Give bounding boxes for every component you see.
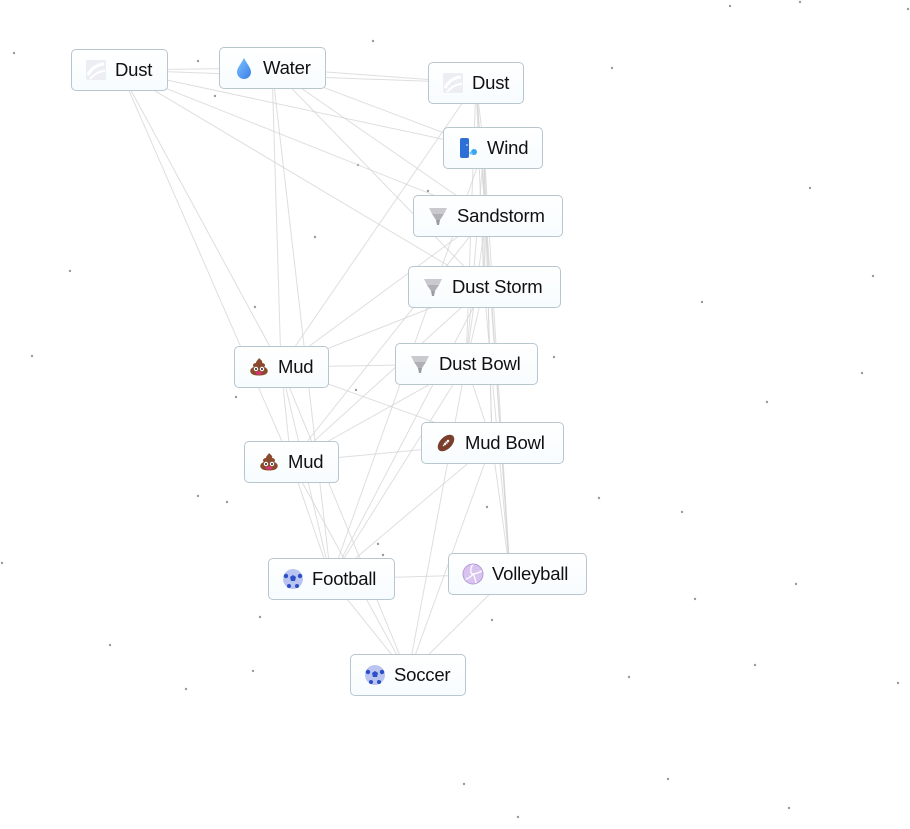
node-dust-storm[interactable]: Dust Storm xyxy=(408,266,561,308)
water-drop-icon xyxy=(233,57,255,79)
node-sandstorm[interactable]: Sandstorm xyxy=(413,195,563,237)
crafting-canvas[interactable]: Dust Water Dust Wind Sandstorm Dust Stor… xyxy=(0,0,910,829)
background-dot xyxy=(490,618,494,622)
node-label: Mud xyxy=(288,451,324,472)
background-dot xyxy=(258,615,262,619)
background-dot xyxy=(354,388,358,392)
tornado-icon xyxy=(409,353,431,375)
node-label: Volleyball xyxy=(492,563,569,584)
background-dot xyxy=(30,354,34,358)
background-dot xyxy=(381,553,385,557)
tornado-icon xyxy=(427,205,449,227)
background-dot xyxy=(693,597,697,601)
american-football-icon xyxy=(435,432,457,454)
background-dot xyxy=(196,59,200,63)
tornado-icon xyxy=(422,276,444,298)
background-dot xyxy=(184,687,188,691)
background-dot xyxy=(610,66,614,70)
node-label: Dust Bowl xyxy=(439,353,521,374)
background-dot xyxy=(371,39,375,43)
node-label: Soccer xyxy=(394,664,451,685)
background-dot xyxy=(896,681,900,685)
node-label: Sandstorm xyxy=(457,205,545,226)
node-soccer[interactable]: Soccer xyxy=(350,654,466,696)
connection-line xyxy=(485,215,493,444)
volleyball-icon xyxy=(462,563,484,585)
background-dot xyxy=(627,675,631,679)
node-label: Mud Bowl xyxy=(465,432,545,453)
poop-icon xyxy=(248,356,270,378)
dust-icon xyxy=(442,72,464,94)
connection-line xyxy=(119,69,282,368)
background-dot xyxy=(485,505,489,509)
background-dot xyxy=(234,395,238,399)
background-dot xyxy=(871,274,875,278)
node-mud-bowl[interactable]: Mud Bowl xyxy=(421,422,564,464)
background-dot xyxy=(860,371,864,375)
connection-line xyxy=(271,67,282,368)
background-dot xyxy=(225,500,229,504)
poop-icon xyxy=(258,451,280,473)
background-dot xyxy=(552,355,556,359)
node-label: Football xyxy=(312,568,377,589)
background-dot xyxy=(798,0,802,4)
background-dot xyxy=(753,663,757,667)
node-label: Dust xyxy=(472,72,510,93)
background-dot xyxy=(12,51,16,55)
node-mud-2[interactable]: Mud xyxy=(244,441,339,483)
background-dot xyxy=(376,542,380,546)
node-dust-1[interactable]: Dust xyxy=(71,49,168,91)
background-dot xyxy=(251,669,255,673)
node-label: Dust xyxy=(115,59,153,80)
connection-line xyxy=(271,67,332,580)
background-dot xyxy=(462,782,466,786)
connection-line xyxy=(119,69,292,463)
canvas-background xyxy=(0,0,910,819)
node-volleyball[interactable]: Volleyball xyxy=(448,553,587,595)
soccer-ball-icon xyxy=(364,664,386,686)
background-dot xyxy=(728,4,732,8)
node-football[interactable]: Football xyxy=(268,558,395,600)
background-dot xyxy=(196,494,200,498)
background-dot xyxy=(808,186,812,190)
connection-line xyxy=(465,147,485,365)
background-dot xyxy=(0,561,4,565)
background-dot xyxy=(680,510,684,514)
node-water[interactable]: Water xyxy=(219,47,326,89)
background-dot xyxy=(666,777,670,781)
node-dust-bowl[interactable]: Dust Bowl xyxy=(395,343,538,385)
background-dot xyxy=(765,400,769,404)
background-dot xyxy=(787,806,791,810)
background-dot xyxy=(597,496,601,500)
node-dust-2[interactable]: Dust xyxy=(428,62,524,104)
wind-face-icon xyxy=(457,137,479,159)
node-label: Mud xyxy=(278,356,314,377)
background-dot xyxy=(700,300,704,304)
background-dot xyxy=(108,643,112,647)
node-wind[interactable]: Wind xyxy=(443,127,543,169)
background-dot xyxy=(213,94,217,98)
background-dot xyxy=(313,235,317,239)
background-dot xyxy=(426,189,430,193)
background-dot xyxy=(516,815,520,819)
background-dot xyxy=(253,305,257,309)
node-label: Dust Storm xyxy=(452,276,543,297)
node-label: Wind xyxy=(487,137,529,158)
background-dot xyxy=(68,269,72,273)
background-dot xyxy=(906,7,910,11)
soccer-ball-icon xyxy=(282,568,304,590)
dust-icon xyxy=(85,59,107,81)
node-label: Water xyxy=(263,57,311,78)
node-mud-1[interactable]: Mud xyxy=(234,346,329,388)
background-dot xyxy=(794,582,798,586)
